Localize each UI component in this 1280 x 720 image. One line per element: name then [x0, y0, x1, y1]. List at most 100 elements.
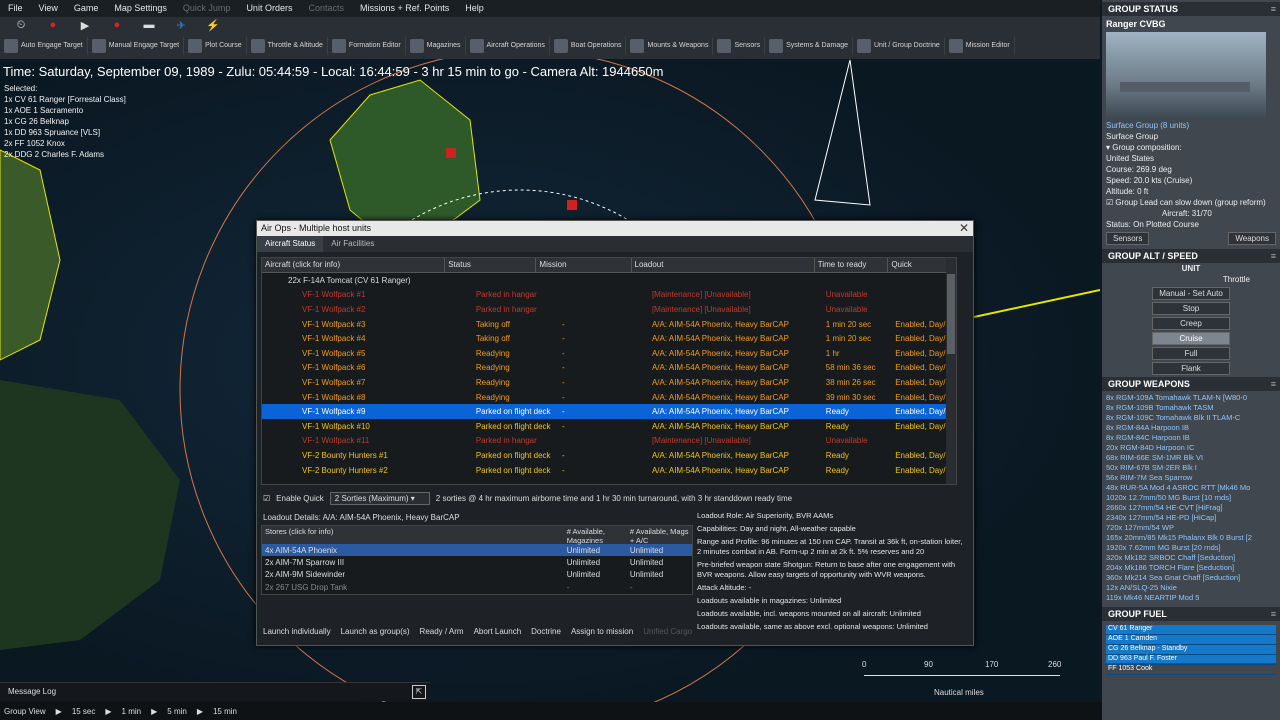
message-log-bar[interactable]: Message Log ⇱: [0, 682, 430, 701]
time-compression-15-min[interactable]: 15 min: [213, 707, 237, 716]
aircraft-row[interactable]: VF-2 Bounty Hunters #1 Parked on flight d…: [262, 448, 956, 463]
weapon-item[interactable]: 2340x 127mm/54 HE-PD [HiCap]: [1106, 513, 1276, 523]
aircraft-row[interactable]: VF-1 Wolfpack #5 Readying - A/A: AIM-54A Ph…: [262, 346, 956, 361]
aircraft-row[interactable]: VF-1 Wolfpack #3 Taking off - A/A: AIM-54A …: [262, 317, 956, 332]
sensors-button[interactable]: Sensors: [1106, 232, 1150, 245]
enable-quick-checkbox[interactable]: ☑: [263, 494, 270, 503]
toolbar-button-aircraft-operations[interactable]: Aircraft Operations: [466, 37, 550, 55]
column-header[interactable]: Time to ready: [815, 258, 889, 272]
menu-missions-ref-points[interactable]: Missions + Ref. Points: [352, 0, 457, 13]
weapon-item[interactable]: 20x RGM-84D Harpoon IC: [1106, 443, 1276, 453]
menu-map-settings[interactable]: Map Settings: [106, 0, 175, 13]
collapse-icon[interactable]: ≡: [1271, 607, 1276, 621]
aircraft-row[interactable]: VF-1 Wolfpack #6 Readying - A/A: AIM-54A Ph…: [262, 361, 956, 376]
action-abort-launch[interactable]: Abort Launch: [474, 627, 522, 636]
action-launch-individually[interactable]: Launch individually: [263, 627, 331, 636]
play-icon[interactable]: ▶: [197, 707, 203, 716]
toolbar-button-plot-course[interactable]: Plot Course: [184, 37, 247, 55]
weapon-item[interactable]: 360x Mk214 Sea Gnat Chaff [Seduction]: [1106, 573, 1276, 583]
toolbar-button-boat-operations[interactable]: Boat Operations: [550, 37, 627, 55]
toolbar-button-unit-group-doctrine[interactable]: Unit / Group Doctrine: [853, 37, 945, 55]
aircraft-icon[interactable]: ✈: [170, 19, 192, 33]
action-assign-to-mission[interactable]: Assign to mission: [571, 627, 633, 636]
hostile-base-marker[interactable]: [446, 148, 456, 158]
weapons-button[interactable]: Weapons: [1228, 232, 1276, 245]
play-icon[interactable]: ▶: [151, 707, 157, 716]
store-row[interactable]: 4x AIM-54A Phoenix Unlimited Unlimited: [262, 544, 692, 557]
selected-unit[interactable]: 1x CV 61 Ranger [Forrestal Class]: [4, 94, 126, 105]
weapon-item[interactable]: 8x RGM-84A Harpoon IB: [1106, 423, 1276, 433]
scrollbar-thumb[interactable]: [947, 274, 955, 354]
column-header[interactable]: Aircraft (click for info): [262, 258, 446, 272]
expand-icon[interactable]: ⇱: [412, 685, 426, 699]
toolbar-button-auto-engage-target[interactable]: Auto Engage Target: [0, 37, 88, 55]
weapon-item[interactable]: 68x RIM-66E SM-1MR Blk VI: [1106, 453, 1276, 463]
weapon-item[interactable]: 720x 127mm/54 WP: [1106, 523, 1276, 533]
toolbar-button-systems-damage[interactable]: Systems & Damage: [765, 37, 853, 55]
group-link[interactable]: Surface Group (8 units): [1102, 120, 1280, 131]
toolbar-button-mission-editor[interactable]: Mission Editor: [945, 37, 1015, 55]
weapon-item[interactable]: 204x Mk186 TORCH Flare [Seduction]: [1106, 563, 1276, 573]
table-scrollbar[interactable]: [946, 258, 956, 484]
clock-icon[interactable]: ⏲: [10, 19, 32, 33]
group-composition[interactable]: ▾ Group composition:: [1102, 142, 1280, 153]
speed-full-button[interactable]: Full: [1152, 347, 1230, 360]
tab-aircraft-status[interactable]: Aircraft Status: [257, 236, 324, 252]
column-header[interactable]: Status: [445, 258, 537, 272]
menu-view[interactable]: View: [31, 0, 66, 13]
aircraft-row[interactable]: VF-1 Wolfpack #7 Readying - A/A: AIM-54A Ph…: [262, 375, 956, 390]
lightning-icon[interactable]: ⚡: [202, 19, 224, 33]
speed-stop-button[interactable]: Stop: [1152, 302, 1230, 315]
weapon-item[interactable]: 1020x 12.7mm/50 MG Burst [10 rnds]: [1106, 493, 1276, 503]
action-ready-arm[interactable]: Ready / Arm: [420, 627, 464, 636]
toolbar-button-magazines[interactable]: Magazines: [406, 37, 466, 55]
menu-unit-orders[interactable]: Unit Orders: [238, 0, 300, 13]
play-icon[interactable]: ▶: [56, 707, 62, 716]
hostile-contact-marker[interactable]: [567, 200, 577, 210]
weapon-item[interactable]: 56x RIM-7M Sea Sparrow: [1106, 473, 1276, 483]
time-compression-1-min[interactable]: 1 min: [122, 707, 142, 716]
aircraft-row[interactable]: VF-1 Wolfpack #8 Readying - A/A: AIM-54A Ph…: [262, 390, 956, 405]
weapon-item[interactable]: 12x AN/SLQ-25 Nixie: [1106, 583, 1276, 593]
weapon-item[interactable]: 8x RGM-109B Tomahawk TASM: [1106, 403, 1276, 413]
aircraft-row[interactable]: VF-2 Bounty Hunters #2 Parked on flight d…: [262, 463, 956, 478]
aircraft-row[interactable]: VF-1 Wolfpack #1 Parked in hangar [Mainten…: [262, 288, 956, 303]
column-header[interactable]: Mission: [536, 258, 632, 272]
weapon-item[interactable]: 8x RGM-109C Tomahawk Blk II TLAM-C: [1106, 413, 1276, 423]
ship-icon[interactable]: ▬: [138, 19, 160, 33]
menu-quick-jump[interactable]: Quick Jump: [175, 0, 239, 13]
selected-unit[interactable]: 1x AOE 1 Sacramento: [4, 105, 126, 116]
toolbar-button-mounts-weapons[interactable]: Mounts & Weapons: [626, 37, 714, 55]
group-view-button[interactable]: Group View: [4, 707, 46, 716]
close-icon[interactable]: ✕: [959, 221, 969, 236]
selected-unit[interactable]: 2x DDG 2 Charles F. Adams: [4, 149, 126, 160]
record-icon[interactable]: ●: [106, 19, 128, 33]
collapse-icon[interactable]: ≡: [1271, 2, 1276, 16]
action-doctrine[interactable]: Doctrine: [531, 627, 561, 636]
aircraft-group-row[interactable]: 22x F-14A Tomcat (CV 61 Ranger): [262, 273, 956, 288]
store-row[interactable]: 2x AIM-7M Sparrow III Unlimited Unlimited: [262, 556, 692, 568]
weapon-item[interactable]: 2660x 127mm/54 HE-CVT [HiFrag]: [1106, 503, 1276, 513]
sorties-dropdown[interactable]: 2 Sorties (Maximum) ▾: [329, 491, 430, 505]
speed-creep-button[interactable]: Creep: [1152, 317, 1230, 330]
speed-cruise-button[interactable]: Cruise: [1152, 332, 1230, 345]
weapon-item[interactable]: 165x 20mm/85 Mk15 Phalanx Blk 0 Burst [2: [1106, 533, 1276, 543]
play-icon[interactable]: ▶: [105, 707, 111, 716]
tab-air-facilities[interactable]: Air Facilities: [323, 236, 382, 252]
action-launch-as-group-s-[interactable]: Launch as group(s): [341, 627, 410, 636]
selected-unit[interactable]: 1x CG 26 Belknap: [4, 116, 126, 127]
action-unified-cargo[interactable]: Unified Cargo: [643, 627, 692, 636]
menu-help[interactable]: Help: [457, 0, 492, 13]
store-row[interactable]: 2x 267 USG Drop Tank - -: [262, 581, 692, 593]
store-row[interactable]: 2x AIM-9M Sidewinder Unlimited Unlimited: [262, 569, 692, 581]
weapon-item[interactable]: 119x Mk46 NEARTIP Mod 5: [1106, 593, 1276, 603]
slowdown-checkbox[interactable]: ☑ Group Lead can slow down (group reform…: [1102, 197, 1280, 208]
aircraft-row[interactable]: VF-1 Wolfpack #2 Parked in hangar [Mainten…: [262, 302, 956, 317]
collapse-icon[interactable]: ≡: [1271, 249, 1276, 263]
selected-unit[interactable]: 1x DD 963 Spruance [VLS]: [4, 127, 126, 138]
toolbar-button-formation-editor[interactable]: Formation Editor: [328, 37, 406, 55]
menu-file[interactable]: File: [0, 0, 31, 13]
toolbar-button-sensors[interactable]: Sensors: [713, 37, 766, 55]
weapon-item[interactable]: 50x RIM-67B SM-2ER Blk I: [1106, 463, 1276, 473]
weapon-item[interactable]: 1920x 7.62mm MG Burst [20 rnds]: [1106, 543, 1276, 553]
